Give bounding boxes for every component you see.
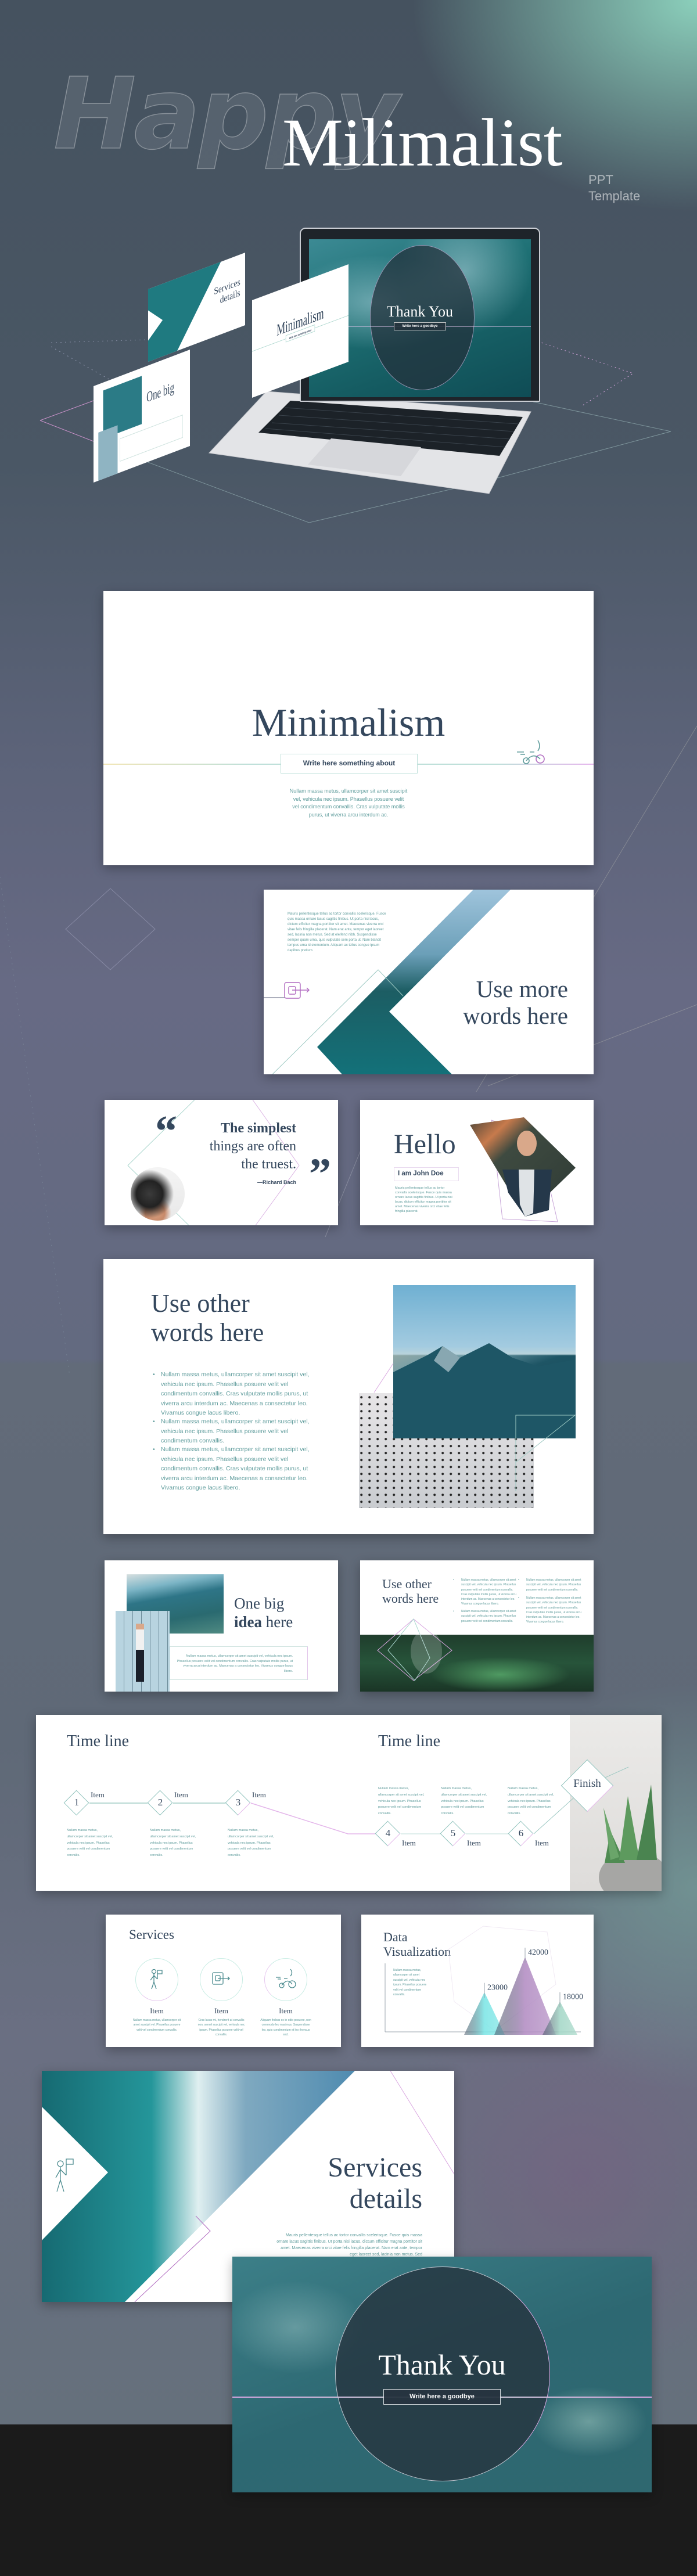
services-details-line2: details <box>349 2183 422 2214</box>
timeline-step-number: 3 <box>235 1797 241 1808</box>
big-idea-line1: One big <box>234 1595 285 1612</box>
timeline-step-label: Item <box>535 1839 549 1847</box>
service-label: Item <box>150 2006 164 2015</box>
data-cone <box>494 1957 556 2035</box>
quote-open-mark: “ <box>155 1107 177 1156</box>
thank-you-tagline: Write here a goodbye <box>409 2393 475 2400</box>
timeline-step-text: Nullam massa metus, ullamcorper sit amet… <box>228 1829 274 1858</box>
use-more-title-line1: Use more <box>476 976 568 1002</box>
slide-data-visualization: Data Visualization Nullam massa metus, u… <box>361 1915 594 2047</box>
slide-quote: “ The simplest things are often the true… <box>105 1100 338 1225</box>
use-more-title-line2: words here <box>462 1002 568 1029</box>
service-text: Aliquam finibus ex in odio posuere, non … <box>260 2019 311 2037</box>
timeline-step-label: Item <box>252 1790 266 1799</box>
big-idea-body: Nullam massa metus, ullamcorper sit amet… <box>177 1654 293 1673</box>
timeline-finish-label: Finish <box>573 1778 601 1790</box>
man-photo <box>116 1611 170 1692</box>
minimalism-title: Minimalism <box>252 700 445 744</box>
typewriter-photo <box>131 1167 185 1221</box>
slide-big-idea: One big idea here Nullam massa metus, ul… <box>105 1560 338 1692</box>
services-details-line1: Services <box>328 2152 422 2183</box>
slide-thank-you: Thank You Write here a goodbye <box>232 2257 652 2492</box>
timeline-step-number: 4 <box>385 1827 391 1839</box>
data-value-label: 42000 <box>528 1948 548 1957</box>
thank-you-tagline-box: Write here a goodbye <box>383 2389 501 2405</box>
quote-line2: things are often <box>209 1139 296 1154</box>
mini-slide-big-idea: One big <box>94 350 191 483</box>
service-label: Item <box>279 2006 293 2015</box>
timeline-step-text: Nullam massa metus, ullamcorper sit amet… <box>378 1787 425 1816</box>
slide-use-more-words: Mauris pellentesque tellus ac tortor con… <box>264 890 594 1074</box>
timeline-title-left: Time line <box>67 1732 130 1750</box>
timeline-lines <box>89 1766 629 1834</box>
slide-use-other-words-2: Use other words here Nullam massa metus,… <box>360 1560 594 1692</box>
slide-services: Services Item Nullam massa metus, ullamco… <box>106 1915 341 2047</box>
service-text: Cras lacus mi, hendrerit at convallis no… <box>197 2019 245 2037</box>
mini-slide-services-details: Services details <box>148 253 246 362</box>
walking-man-flag-icon <box>55 2158 74 2192</box>
bg-dotted-line <box>0 876 70 1377</box>
spiral-arrow-icon <box>212 1972 230 1985</box>
slide-minimalism: Minimalism Write here something about Nu… <box>103 591 594 865</box>
mini-slide-minimalism: Minimalism Write here something about <box>252 264 349 398</box>
service-text: Nullam massa metus, ullamcorper sit amet… <box>133 2019 181 2032</box>
use-more-title: Use more words here <box>463 976 568 1029</box>
minimalism-tagline-box: Write here something about <box>281 754 418 773</box>
service-label: Item <box>214 2006 228 2015</box>
big-idea-rest: here <box>262 1613 293 1631</box>
slide-hello: Hello I am John Doe Mauris pellentesque … <box>360 1100 594 1225</box>
thank-you-title: Thank You <box>378 2348 506 2381</box>
timeline-step-text: Nullam massa metus, ullamcorper sit amet… <box>67 1829 113 1858</box>
data-value-label: 23000 <box>487 1984 508 1992</box>
walking-man-flag-icon <box>150 1969 163 1989</box>
floating-mini-slides: Services details Minimalism Write here s… <box>94 253 349 483</box>
timeline-step-number: 2 <box>157 1797 163 1808</box>
spiral-arrow-icon <box>284 982 310 999</box>
quote-line1: The simplest <box>220 1121 296 1136</box>
big-idea-bold: idea <box>234 1613 263 1631</box>
diamond-outlines <box>377 1618 452 1681</box>
man-figure <box>136 1624 144 1682</box>
timeline-title-right: Time line <box>378 1732 441 1750</box>
quote-line3: the truest. <box>241 1157 296 1172</box>
timeline-step-text: Nullam massa metus, ullamcorper sit amet… <box>508 1787 554 1816</box>
timeline-step-label: Item <box>91 1790 105 1799</box>
timeline-step-text: Nullam massa metus, ullamcorper sit amet… <box>150 1829 196 1858</box>
timeline-step-label: Item <box>467 1839 481 1847</box>
big-idea-title: One big idea here <box>234 1594 293 1631</box>
portrait-face <box>517 1131 537 1156</box>
services-details-title: Services details <box>328 2152 422 2215</box>
data-value-label: 18000 <box>563 1993 583 2002</box>
quote-close-mark: ” <box>309 1150 331 1199</box>
minimalism-body: Nullam massa metus, ullamcorper sit amet… <box>289 788 408 818</box>
timeline-step-label: Item <box>174 1790 188 1799</box>
timeline-step-number: 5 <box>450 1827 456 1839</box>
timeline-step-text: Nullam massa metus, ullamcorper sit amet… <box>441 1787 487 1816</box>
hello-photo-frame <box>470 1117 576 1222</box>
timeline-step-label: Item <box>402 1839 416 1847</box>
services-details-body: Mauris pellentesque tellus ac tortor con… <box>276 2233 422 2257</box>
use-other-outline <box>373 1363 576 1491</box>
minimalism-tagline: Write here something about <box>303 759 396 767</box>
quote-text: The simplest things are often the truest… <box>210 1120 296 1174</box>
timeline-step-number: 1 <box>74 1797 80 1808</box>
quote-author: —Richard Bach <box>257 1179 296 1185</box>
data-viz-chart: 23000 42000 18000 <box>385 1926 583 2035</box>
tricycle-icon <box>276 1969 296 1988</box>
slide-use-other-words: Use other words here Nullam massa metus,… <box>103 1259 594 1534</box>
tricycle-icon <box>517 740 545 764</box>
timeline-step-number: 6 <box>518 1827 524 1839</box>
bg-diamond-outline <box>65 888 156 970</box>
big-idea-line2: idea here <box>234 1613 293 1631</box>
services-title: Services <box>129 1927 174 1942</box>
slide-timeline: Time line Time line 1 Item Nullam massa me… <box>36 1715 662 1891</box>
